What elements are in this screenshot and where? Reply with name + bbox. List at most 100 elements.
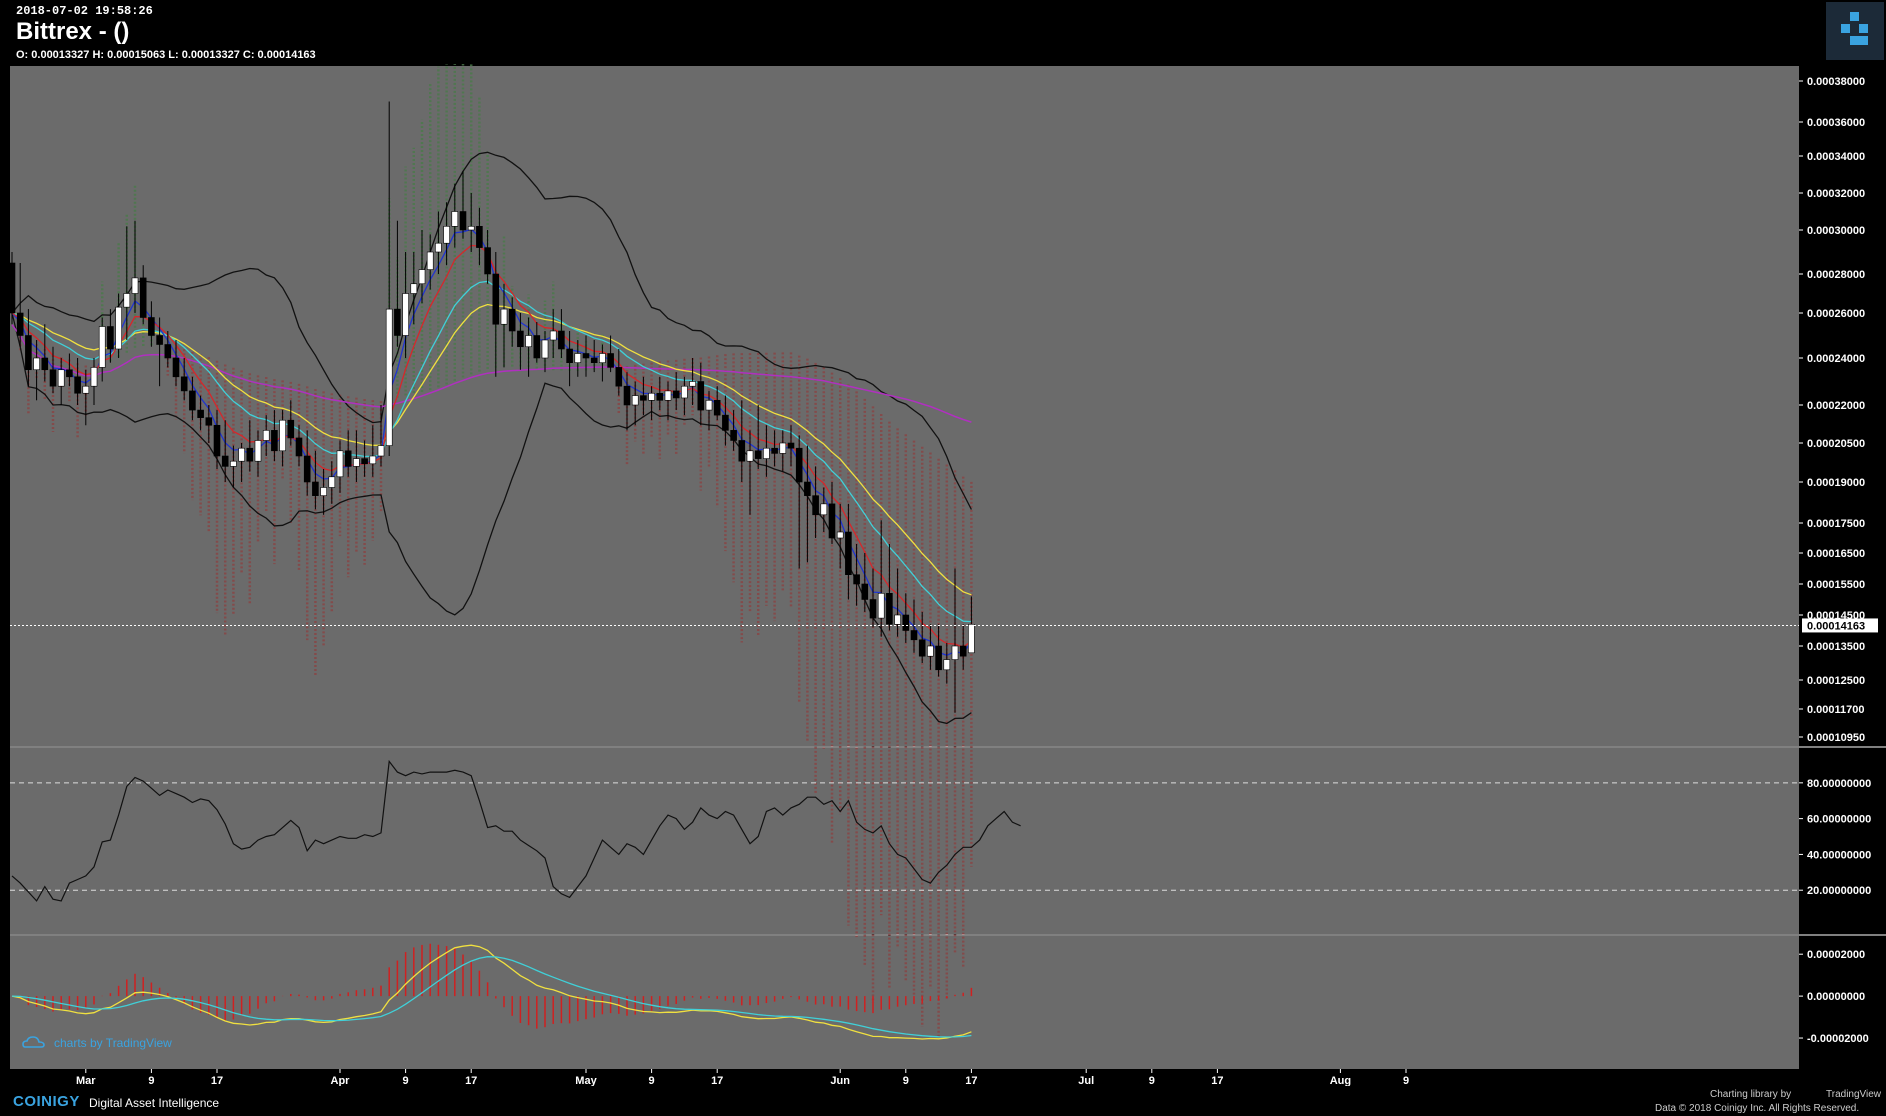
candle-body: [33, 357, 40, 371]
candle-body: [410, 283, 418, 294]
price-tick-label: 0.00028000: [1807, 269, 1865, 281]
price-tick-label: 0.00013500: [1807, 641, 1865, 653]
candle-body: [353, 458, 360, 467]
candle-body: [213, 424, 221, 457]
price-tick-label: 0.00024000: [1807, 353, 1865, 365]
candle-body: [443, 226, 450, 244]
price-tick-label: 0.00038000: [1807, 76, 1865, 88]
candle-body: [697, 381, 705, 411]
time-tick-label: 9: [649, 1075, 655, 1086]
candle-body: [795, 447, 803, 483]
candle-body: [763, 447, 770, 459]
candle-body: [935, 645, 942, 671]
candle-body: [385, 308, 393, 446]
candle-body: [631, 395, 639, 406]
candle-body: [656, 392, 664, 401]
candle-body: [262, 430, 270, 441]
candle-body: [943, 659, 951, 671]
price-tick-label: 0.00012500: [1807, 675, 1865, 687]
candle-body: [689, 381, 696, 387]
macd-panel: [10, 936, 1799, 1069]
candle-body: [426, 251, 434, 270]
footer-brand[interactable]: COINIGY: [13, 1093, 80, 1110]
candle-body: [599, 353, 606, 363]
candle-body: [16, 312, 24, 336]
tradingview-credit[interactable]: TradingView: [1826, 1089, 1881, 1100]
candle-body: [303, 455, 311, 483]
candle-body: [271, 430, 278, 452]
candle-body: [525, 335, 532, 348]
watermark-text: charts by TradingView: [54, 1036, 172, 1050]
candle-body: [672, 390, 680, 399]
candle-body: [713, 399, 721, 416]
candle-body: [845, 531, 852, 576]
header-bar: 2018-07-02 19:58:26 Bittrex - () O: 0.00…: [0, 0, 1886, 64]
candle-body: [90, 367, 98, 387]
candle-body: [57, 369, 65, 387]
candle-body: [139, 277, 147, 318]
candle-body: [230, 460, 237, 467]
candle-body: [894, 614, 901, 625]
candle-body: [623, 385, 631, 406]
candle-body: [131, 277, 139, 294]
time-tick-label: 9: [903, 1075, 909, 1086]
time-tick-label: 9: [1149, 1075, 1155, 1086]
candle-body: [189, 390, 196, 411]
candle-body: [607, 353, 614, 368]
candle-body: [328, 476, 336, 488]
macd-tick-label: -0.00002000: [1807, 1033, 1869, 1045]
macd-tick-label: 0.00002000: [1807, 949, 1865, 961]
candle-body: [705, 399, 713, 411]
candle-body: [279, 419, 286, 452]
time-tick-label: Aug: [1330, 1075, 1351, 1086]
candle-body: [590, 357, 598, 363]
copyright-text: Data © 2018 Coinigy Inc. All Rights Rese…: [1655, 1103, 1860, 1114]
price-tick-label: 0.00034000: [1807, 151, 1865, 163]
price-tick-label: 0.00036000: [1807, 117, 1865, 129]
candle-body: [25, 335, 32, 371]
candle-body: [787, 442, 795, 449]
time-tick-label: 17: [711, 1075, 723, 1086]
price-tick-label: 0.00019000: [1807, 477, 1865, 489]
candle-body: [828, 503, 836, 539]
price-tick-label: 0.00017500: [1807, 518, 1865, 530]
candle-body: [615, 367, 623, 387]
candle-body: [648, 392, 655, 401]
macd-tick-label: 0.00000000: [1807, 991, 1865, 1003]
candle-body: [394, 308, 401, 336]
rsi-tick-label: 60.00000000: [1807, 814, 1871, 826]
candle-body: [861, 583, 869, 600]
candle-body: [221, 455, 229, 467]
candle-body: [484, 247, 491, 275]
candle-body: [369, 455, 377, 465]
candle-body: [771, 447, 778, 454]
price-tick-label: 0.00016500: [1807, 548, 1865, 560]
chart-title: Bittrex - (): [16, 18, 130, 45]
candle-body: [533, 335, 541, 359]
rsi-tick-label: 40.00000000: [1807, 849, 1871, 861]
candle-body: [492, 273, 500, 325]
candle-body: [107, 326, 114, 350]
candle-body: [730, 430, 737, 441]
coinigy-logo[interactable]: [1826, 2, 1884, 60]
chart-canvas[interactable]: 0.00014163 0.00038000 0.00036000 0.0003400…: [0, 64, 1886, 1086]
candle-body: [812, 495, 819, 516]
candle-body: [148, 317, 155, 336]
candle-body: [254, 440, 262, 462]
time-tick-label: Mar: [76, 1075, 96, 1086]
candle-body: [746, 450, 754, 462]
candle-body: [549, 330, 557, 341]
candle-body: [779, 442, 787, 454]
candle-body: [508, 308, 516, 332]
current-price-label: 0.00014163: [1807, 620, 1865, 632]
price-panel: [10, 66, 1799, 746]
footer-bar: COINIGY Digital Asset Intelligence Chart…: [0, 1086, 1886, 1116]
candle-body: [344, 450, 352, 467]
candle-body: [402, 293, 409, 336]
candle-body: [451, 211, 459, 227]
candle-body: [681, 385, 688, 399]
candle-body: [361, 458, 368, 465]
candle-body: [156, 335, 163, 345]
candle-body: [238, 447, 245, 462]
price-tick-label: 0.00032000: [1807, 188, 1865, 200]
